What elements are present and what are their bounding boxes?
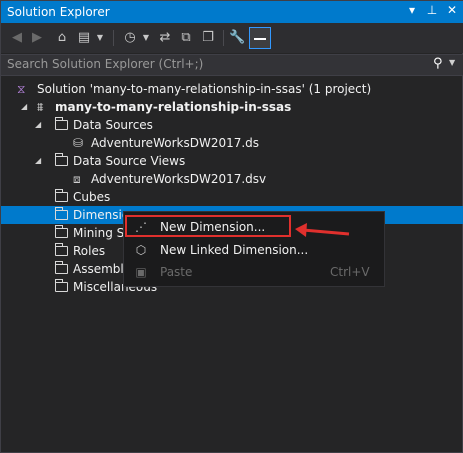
folder-icon	[55, 117, 68, 130]
folder-icon	[55, 225, 68, 238]
mining-structures-label: Mining St	[73, 226, 129, 240]
tree-item-data-source-file[interactable]: ⛁ AdventureWorksDW2017.ds	[1, 134, 463, 152]
solution-label: Solution 'many-to-many-relationship-in-s…	[37, 82, 372, 96]
new-linked-dimension-label: New Linked Dimension...	[160, 243, 309, 257]
annotation-highlight-box	[125, 215, 291, 237]
folder-icon	[55, 279, 68, 292]
dimensions-label: Dimensio	[73, 208, 130, 222]
chevron-down-icon[interactable]: ▼	[141, 28, 151, 48]
roles-label: Roles	[73, 244, 106, 258]
tree-item-dsv-file[interactable]: ⧈ AdventureWorksDW2017.dsv	[1, 170, 463, 188]
folder-icon	[55, 189, 68, 202]
title-bar: Solution Explorer ▾ ⊥ ✕	[1, 1, 463, 23]
folder-icon	[55, 261, 68, 274]
annotation-arrow-icon	[295, 223, 350, 237]
database-icon: ⛁	[73, 136, 84, 150]
chevron-down-icon[interactable]: ▼	[449, 58, 455, 67]
solution-explorer-panel: Solution Explorer ▾ ⊥ ✕ ◀ ▶ ⌂ ▤ ▼ ◷ ▼ ⇄ …	[0, 0, 463, 453]
collapse-all-icon[interactable]: ⧉	[177, 28, 195, 48]
paste-icon: ▣	[135, 265, 147, 279]
show-all-files-icon[interactable]: ❐	[199, 28, 217, 48]
data-source-views-label: Data Source Views	[73, 154, 186, 168]
panel-title: Solution Explorer	[7, 5, 110, 19]
project-label: many-to-many-relationship-in-ssas	[55, 100, 292, 114]
home-icon[interactable]: ⌂	[53, 28, 71, 48]
paste-shortcut: Ctrl+V	[330, 265, 370, 279]
close-icon[interactable]: ✕	[444, 3, 460, 17]
forward-icon[interactable]: ▶	[29, 28, 45, 48]
data-source-file-label: AdventureWorksDW2017.ds	[91, 136, 260, 150]
cube-project-icon: ⩩	[37, 100, 44, 114]
back-icon[interactable]: ◀	[9, 28, 25, 48]
toolbar-separator	[113, 30, 114, 46]
paste-label: Paste	[160, 265, 193, 279]
toolbar: ◀ ▶ ⌂ ▤ ▼ ◷ ▼ ⇄ ⧉ ❐ 🔧	[1, 23, 463, 53]
pending-changes-icon[interactable]: ◷	[121, 28, 139, 48]
properties-wrench-icon[interactable]: 🔧	[229, 28, 245, 48]
search-icon[interactable]: ⚲	[433, 56, 443, 71]
visual-studio-solution-icon: ⧖	[17, 82, 26, 96]
dropdown-icon[interactable]: ▾	[404, 3, 420, 17]
folder-icon	[55, 153, 68, 166]
data-source-view-icon: ⧈	[73, 172, 81, 186]
toolbar-separator	[223, 30, 224, 46]
expander-icon[interactable]: ◢	[35, 116, 41, 134]
linked-dimension-icon: ⬡	[135, 243, 147, 257]
switch-views-icon[interactable]: ▤	[75, 28, 93, 48]
dsv-file-label: AdventureWorksDW2017.dsv	[91, 172, 267, 186]
search-input[interactable]	[7, 57, 407, 71]
menu-item-new-linked-dimension[interactable]: ⬡ New Linked Dimension...	[124, 240, 384, 260]
sync-icon[interactable]: ⇄	[157, 28, 173, 48]
tree-item-solution[interactable]: ⧖ Solution 'many-to-many-relationship-in…	[1, 80, 463, 98]
folder-icon	[55, 243, 68, 256]
menu-item-paste[interactable]: ▣ Paste Ctrl+V	[124, 262, 384, 282]
pin-icon[interactable]: ⊥	[424, 3, 440, 17]
tree-item-project[interactable]: ◢ ⩩ many-to-many-relationship-in-ssas	[1, 98, 463, 116]
tree-item-cubes[interactable]: Cubes	[1, 188, 463, 206]
data-sources-label: Data Sources	[73, 118, 153, 132]
preview-selected-items-button[interactable]	[249, 27, 271, 49]
search-bar: ⚲ ▼	[1, 54, 463, 76]
tree-item-data-source-views[interactable]: ◢ Data Source Views	[1, 152, 463, 170]
tree-item-data-sources[interactable]: ◢ Data Sources	[1, 116, 463, 134]
expander-icon[interactable]: ◢	[21, 98, 27, 116]
chevron-down-icon[interactable]: ▼	[95, 28, 105, 48]
cubes-label: Cubes	[73, 190, 111, 204]
folder-icon	[55, 207, 68, 220]
expander-icon[interactable]: ◢	[35, 152, 41, 170]
